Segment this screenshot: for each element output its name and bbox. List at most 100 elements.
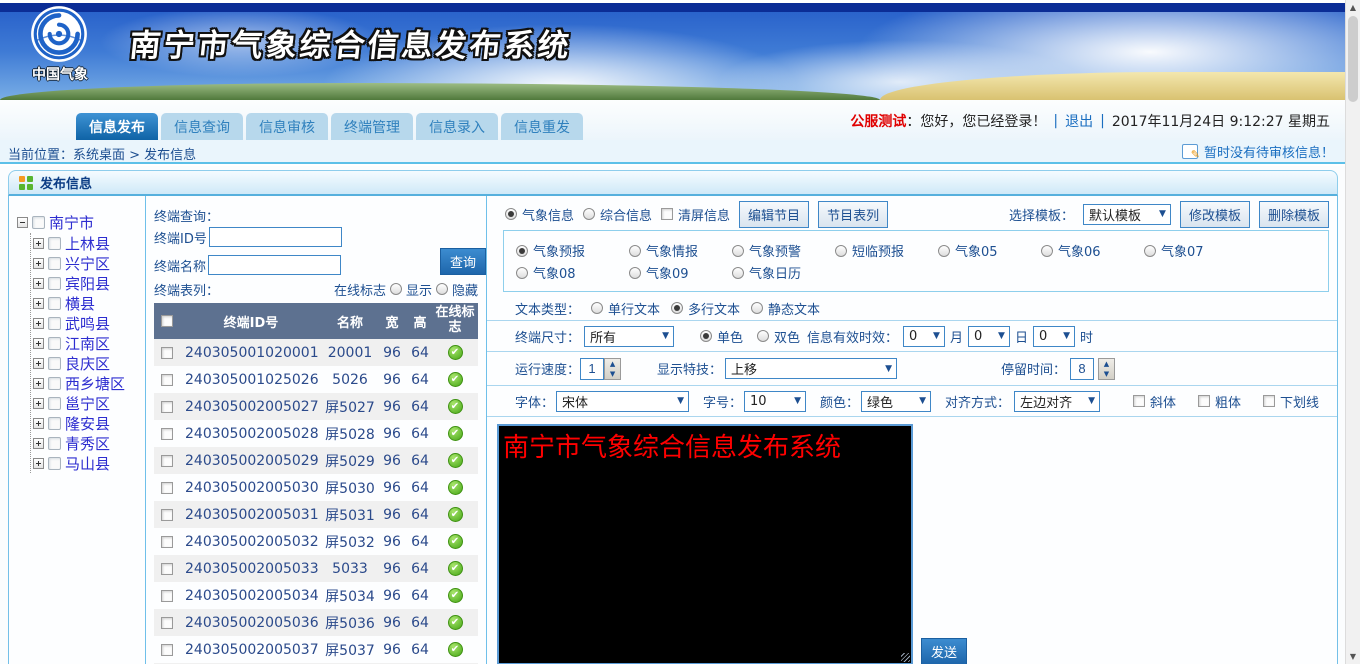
tree-item-checkbox[interactable] bbox=[48, 457, 61, 470]
tree-item[interactable]: 青秀区 bbox=[31, 433, 145, 453]
expand-icon[interactable] bbox=[33, 338, 44, 349]
row-checkbox[interactable] bbox=[161, 536, 173, 548]
color-mode-radio[interactable] bbox=[757, 330, 769, 342]
expand-icon[interactable] bbox=[33, 398, 44, 409]
nav-tab-resend[interactable]: 信息重发 bbox=[501, 113, 583, 140]
send-button[interactable]: 发送 bbox=[921, 638, 967, 664]
row-checkbox[interactable] bbox=[161, 347, 173, 359]
category-radio[interactable] bbox=[516, 245, 528, 257]
stay-time-input[interactable] bbox=[1070, 358, 1094, 380]
tree-root-checkbox[interactable] bbox=[32, 216, 45, 229]
tree-item-checkbox[interactable] bbox=[48, 377, 61, 390]
tree-item-checkbox[interactable] bbox=[48, 397, 61, 410]
category-radio[interactable] bbox=[516, 267, 528, 279]
nav-tab-publish[interactable]: 信息发布 bbox=[76, 113, 158, 140]
tree-item-checkbox[interactable] bbox=[48, 277, 61, 290]
online-flag-radio[interactable] bbox=[390, 283, 402, 295]
run-speed-input[interactable] bbox=[580, 358, 604, 380]
vertical-scrollbar[interactable]: ▲ ▼ bbox=[1345, 0, 1360, 664]
tree-item[interactable]: 兴宁区 bbox=[31, 253, 145, 273]
delete-template-button[interactable]: 删除模板 bbox=[1259, 201, 1329, 228]
expand-icon[interactable] bbox=[33, 318, 44, 329]
text-type-radio[interactable] bbox=[591, 302, 603, 314]
collapse-icon[interactable] bbox=[17, 217, 28, 228]
style-checkbox[interactable] bbox=[1263, 395, 1275, 407]
run-speed-stepper[interactable]: ▲▼ bbox=[604, 358, 621, 380]
select-all-checkbox[interactable] bbox=[161, 315, 173, 327]
expand-icon[interactable] bbox=[33, 418, 44, 429]
tree-item-checkbox[interactable] bbox=[48, 257, 61, 270]
expand-icon[interactable] bbox=[33, 458, 44, 469]
tree-item-checkbox[interactable] bbox=[48, 317, 61, 330]
expand-icon[interactable] bbox=[33, 258, 44, 269]
tree-item[interactable]: 隆安县 bbox=[31, 413, 145, 433]
effect-select[interactable]: 上移▼ bbox=[725, 358, 897, 379]
row-checkbox[interactable] bbox=[161, 590, 173, 602]
category-radio[interactable] bbox=[629, 245, 641, 257]
text-type-radio[interactable] bbox=[751, 302, 763, 314]
align-select[interactable]: 左边对齐▼ bbox=[1014, 391, 1100, 412]
terminal-size-select[interactable]: 所有▼ bbox=[584, 326, 674, 347]
category-radio[interactable] bbox=[835, 245, 847, 257]
tree-item-checkbox[interactable] bbox=[48, 297, 61, 310]
query-button[interactable]: 查询 bbox=[440, 248, 486, 275]
info-type-radio[interactable] bbox=[505, 208, 517, 220]
tree-item-checkbox[interactable] bbox=[48, 357, 61, 370]
tree-item[interactable]: 良庆区 bbox=[31, 353, 145, 373]
scroll-down-icon[interactable]: ▼ bbox=[1346, 652, 1360, 661]
online-flag-radio[interactable] bbox=[436, 283, 448, 295]
edit-program-button[interactable]: 编辑节目 bbox=[739, 201, 809, 228]
row-checkbox[interactable] bbox=[161, 428, 173, 440]
row-checkbox[interactable] bbox=[161, 617, 173, 629]
expand-icon[interactable] bbox=[33, 298, 44, 309]
style-checkbox[interactable] bbox=[1198, 395, 1210, 407]
tree-item[interactable]: 武鸣县 bbox=[31, 313, 145, 333]
font-select[interactable]: 宋体▼ bbox=[556, 391, 689, 412]
category-radio[interactable] bbox=[1144, 245, 1156, 257]
category-radio[interactable] bbox=[732, 245, 744, 257]
tree-root[interactable]: 南宁市 bbox=[17, 212, 145, 232]
tree-item-checkbox[interactable] bbox=[48, 337, 61, 350]
tree-item[interactable]: 横县 bbox=[31, 293, 145, 313]
text-type-radio[interactable] bbox=[671, 302, 683, 314]
nav-tab-terminal[interactable]: 终端管理 bbox=[331, 113, 413, 140]
tree-item-checkbox[interactable] bbox=[48, 437, 61, 450]
validity-hour-select[interactable]: 0▼ bbox=[1033, 326, 1075, 347]
tree-item-checkbox[interactable] bbox=[48, 417, 61, 430]
category-radio[interactable] bbox=[938, 245, 950, 257]
row-checkbox[interactable] bbox=[161, 509, 173, 521]
stay-time-stepper[interactable]: ▲▼ bbox=[1098, 358, 1115, 380]
tree-item[interactable]: 西乡塘区 bbox=[31, 373, 145, 393]
logout-link[interactable]: 退出 bbox=[1065, 111, 1093, 131]
tree-item[interactable]: 江南区 bbox=[31, 333, 145, 353]
clear-screen-checkbox[interactable] bbox=[661, 208, 673, 220]
resize-grip[interactable] bbox=[901, 653, 910, 662]
scrollbar-thumb[interactable] bbox=[1348, 16, 1358, 102]
row-checkbox[interactable] bbox=[161, 482, 173, 494]
expand-icon[interactable] bbox=[33, 278, 44, 289]
info-type-radio[interactable] bbox=[583, 208, 595, 220]
nav-tab-query[interactable]: 信息查询 bbox=[161, 113, 243, 140]
nav-tab-entry[interactable]: 信息录入 bbox=[416, 113, 498, 140]
category-radio[interactable] bbox=[732, 267, 744, 279]
expand-icon[interactable] bbox=[33, 358, 44, 369]
row-checkbox[interactable] bbox=[161, 644, 173, 656]
note-pencil-icon[interactable] bbox=[1182, 144, 1198, 159]
tree-item[interactable]: 宾阳县 bbox=[31, 273, 145, 293]
color-select[interactable]: 绿色▼ bbox=[861, 391, 931, 412]
font-size-select[interactable]: 10▼ bbox=[744, 391, 806, 412]
color-mode-radio[interactable] bbox=[700, 330, 712, 342]
program-list-button[interactable]: 节目表列 bbox=[818, 201, 888, 228]
validity-month-select[interactable]: 0▼ bbox=[903, 326, 945, 347]
category-radio[interactable] bbox=[1041, 245, 1053, 257]
tree-item[interactable]: 上林县 bbox=[31, 233, 145, 253]
row-checkbox[interactable] bbox=[161, 455, 173, 467]
modify-template-button[interactable]: 修改模板 bbox=[1180, 201, 1250, 228]
tree-item[interactable]: 马山县 bbox=[31, 453, 145, 473]
tree-item-checkbox[interactable] bbox=[48, 237, 61, 250]
row-checkbox[interactable] bbox=[161, 401, 173, 413]
terminal-id-input[interactable] bbox=[209, 227, 342, 247]
nav-tab-audit[interactable]: 信息审核 bbox=[246, 113, 328, 140]
expand-icon[interactable] bbox=[33, 238, 44, 249]
template-select[interactable]: 默认模板▼ bbox=[1083, 204, 1171, 225]
